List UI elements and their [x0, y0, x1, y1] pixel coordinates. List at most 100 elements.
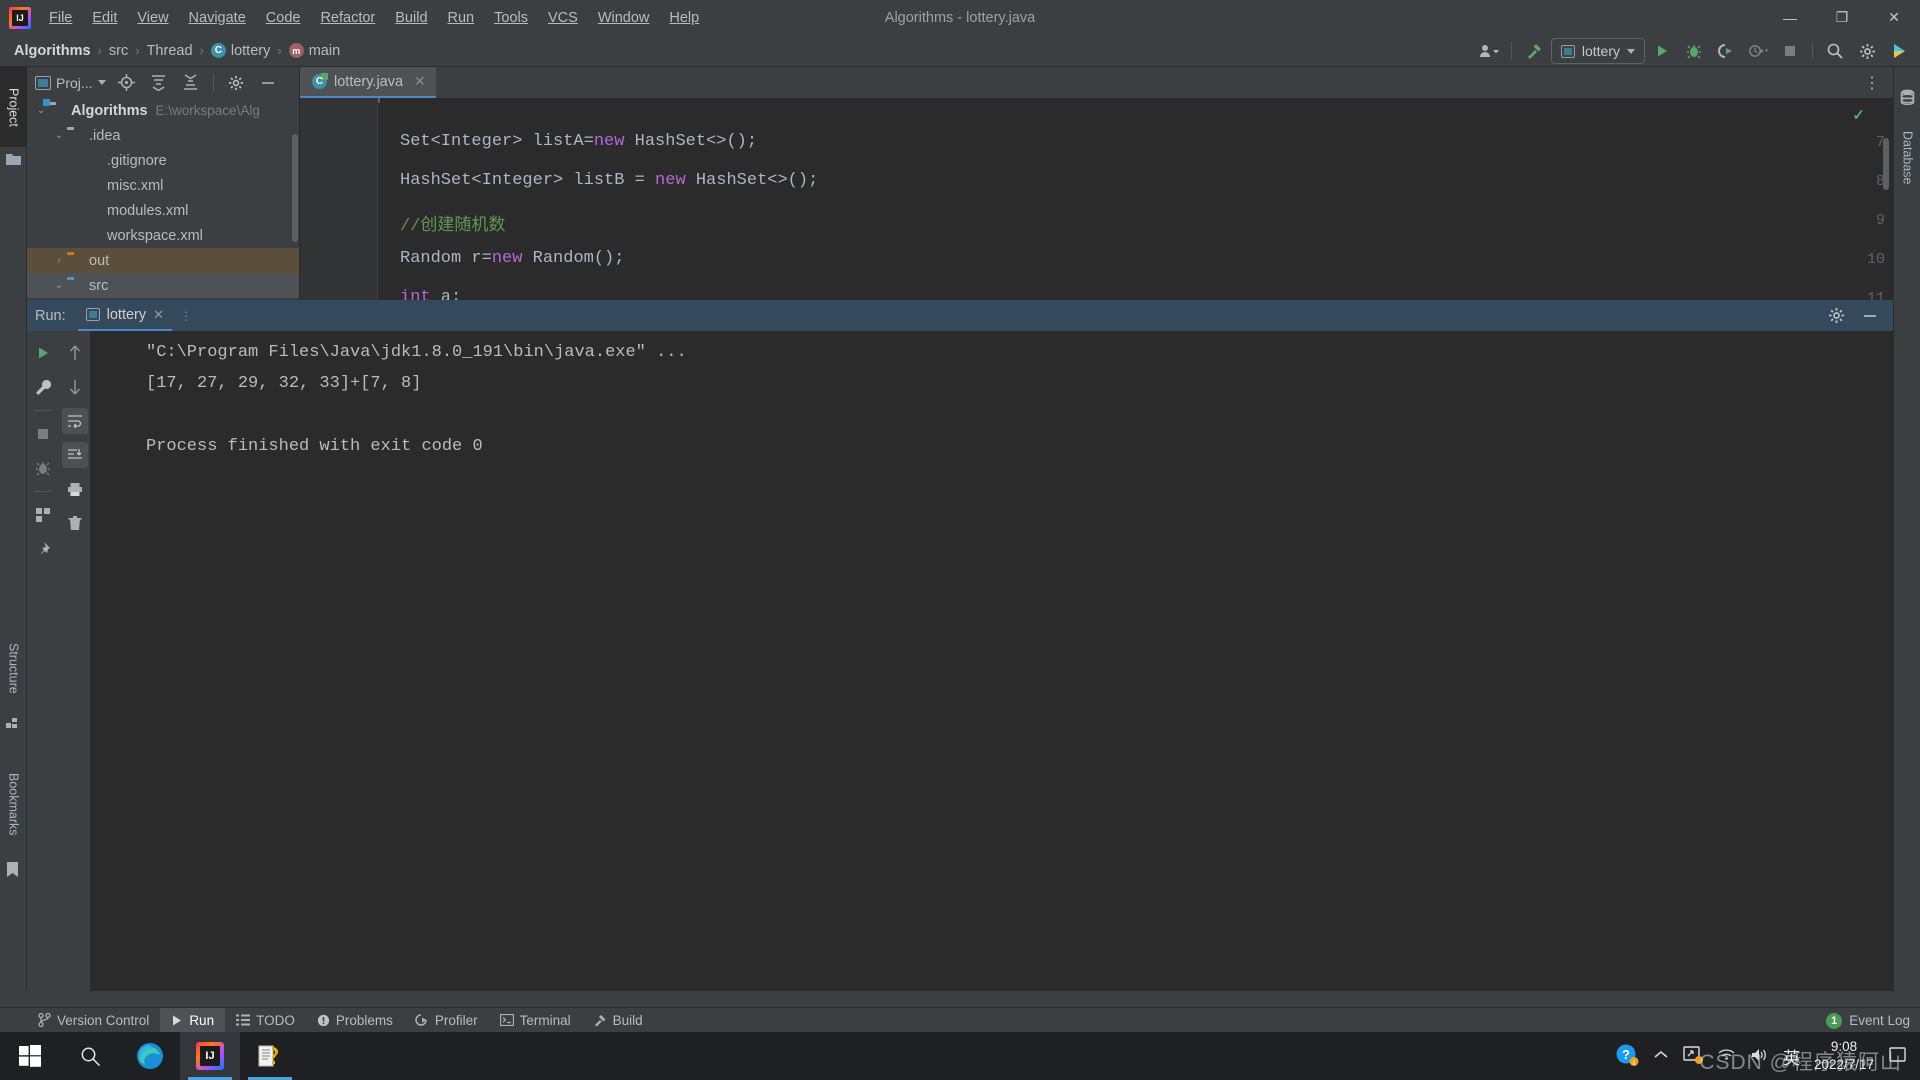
console-output[interactable]: "C:\Program Files\Java\jdk1.8.0_191\bin\…: [91, 331, 1893, 991]
close-button[interactable]: ✕: [1868, 0, 1920, 35]
search-button[interactable]: [60, 1032, 120, 1080]
tool-button-todo[interactable]: TODO: [225, 1008, 306, 1033]
tool-button-problems[interactable]: Problems: [306, 1008, 404, 1033]
soft-wrap-icon[interactable]: [61, 408, 88, 434]
hide-icon[interactable]: [1855, 303, 1885, 329]
tree-node-out[interactable]: › out: [27, 248, 299, 273]
arrow-up-icon[interactable]: [62, 340, 88, 366]
editor-vertical-scrollbar[interactable]: [1883, 138, 1889, 190]
tree-node-algorithms[interactable]: ⌄ Algorithms E:\workspace\Alg: [27, 98, 299, 123]
print-icon[interactable]: [62, 476, 88, 502]
user-profile-icon[interactable]: [1474, 38, 1504, 64]
show-hidden-icons-icon[interactable]: [1653, 1049, 1669, 1064]
sidebar-item-project[interactable]: Project: [0, 67, 27, 147]
menu-file[interactable]: File: [39, 7, 82, 29]
tree-node-workspace-xml[interactable]: workspace.xml: [27, 223, 299, 248]
intellij-button[interactable]: IJ: [180, 1032, 240, 1080]
run-configuration-selector[interactable]: lottery: [1550, 38, 1645, 64]
volume-icon[interactable]: [1750, 1047, 1769, 1066]
gear-icon[interactable]: [221, 70, 251, 96]
close-icon[interactable]: ✕: [414, 73, 426, 90]
database-icon[interactable]: [1900, 89, 1915, 106]
help-doc-button[interactable]: [240, 1032, 300, 1080]
chevron-right-icon[interactable]: ›: [51, 255, 67, 266]
breadcrumb-item-lottery[interactable]: lottery: [207, 41, 275, 61]
tool-button-version-control[interactable]: Version Control: [27, 1008, 160, 1033]
chevron-down-icon[interactable]: ⌄: [51, 130, 67, 141]
maximize-button[interactable]: ❐: [1816, 0, 1868, 35]
menu-code[interactable]: Code: [256, 7, 311, 29]
sidebar-item-structure[interactable]: Structure: [0, 627, 27, 709]
breadcrumb-item-main[interactable]: main: [285, 41, 344, 61]
gear-icon[interactable]: [1821, 303, 1851, 329]
pin-icon[interactable]: [30, 536, 56, 562]
more-options-icon[interactable]: ⋮: [1858, 73, 1887, 93]
debug-icon[interactable]: [30, 455, 56, 481]
run-icon[interactable]: [1647, 38, 1677, 64]
drag-handle-icon[interactable]: ⋮: [172, 309, 200, 323]
hammer-icon[interactable]: [1519, 38, 1549, 64]
menu-refactor[interactable]: Refactor: [310, 7, 385, 29]
editor-gutter[interactable]: [300, 98, 360, 300]
stop-icon[interactable]: [1775, 38, 1805, 64]
menu-view[interactable]: View: [127, 7, 178, 29]
structure-icon[interactable]: [6, 717, 21, 731]
clock[interactable]: 9:08 2022/7/17: [1814, 1038, 1874, 1074]
minimize-button[interactable]: —: [1764, 0, 1816, 35]
menu-build[interactable]: Build: [385, 7, 437, 29]
expand-all-icon[interactable]: [144, 70, 174, 96]
menu-tools[interactable]: Tools: [484, 7, 538, 29]
arrow-down-icon[interactable]: [62, 374, 88, 400]
bookmark-icon[interactable]: [6, 862, 21, 877]
menu-help[interactable]: Help: [659, 7, 709, 29]
sidebar-item-bookmarks[interactable]: Bookmarks: [0, 757, 27, 852]
project-tree[interactable]: ⌄ Algorithms E:\workspace\Alg ⌄ .idea .g…: [27, 98, 299, 300]
tree-node-gitignore[interactable]: .gitignore: [27, 148, 299, 173]
chevron-down-icon[interactable]: ⌄: [33, 105, 49, 116]
breadcrumb-item-thread[interactable]: Thread: [143, 41, 197, 61]
scroll-to-end-icon[interactable]: [61, 442, 88, 468]
tree-node-misc-xml[interactable]: misc.xml: [27, 173, 299, 198]
project-panel-title[interactable]: Proj...: [31, 73, 110, 93]
code-editor[interactable]: 7 8 9 10 11 Set<Integer> listA=new HashS…: [300, 98, 1893, 300]
breadcrumb-item-algorithms[interactable]: Algorithms: [10, 41, 95, 61]
run-with-coverage-icon[interactable]: [1711, 38, 1741, 64]
event-log-button[interactable]: 1 Event Log: [1826, 1008, 1910, 1033]
tree-node-src[interactable]: ⌄ src: [27, 273, 299, 298]
menu-edit[interactable]: Edit: [82, 7, 127, 29]
menu-navigate[interactable]: Navigate: [179, 7, 256, 29]
tree-node-modules-xml[interactable]: modules.xml: [27, 198, 299, 223]
editor-fold-markers[interactable]: [360, 98, 378, 300]
notification-icon[interactable]: [1888, 1046, 1908, 1067]
menu-vcs[interactable]: VCS: [538, 7, 588, 29]
tool-button-run[interactable]: Run: [160, 1007, 226, 1033]
trash-icon[interactable]: [62, 510, 88, 536]
wrench-icon[interactable]: [30, 374, 56, 400]
project-tree-scrollbar[interactable]: [292, 134, 298, 242]
rerun-icon[interactable]: [30, 340, 56, 366]
tool-button-build[interactable]: Build: [582, 1008, 654, 1033]
ide-assistant-icon[interactable]: [1884, 38, 1914, 64]
editor-tab-lottery-java[interactable]: lottery.java ✕: [300, 67, 436, 98]
edge-button[interactable]: [120, 1032, 180, 1080]
hide-icon[interactable]: [253, 70, 283, 96]
help-circle-icon[interactable]: ? i: [1615, 1043, 1639, 1070]
breadcrumb-item-src[interactable]: src: [105, 41, 132, 61]
tool-button-profiler[interactable]: Profiler: [404, 1008, 489, 1033]
layout-icon[interactable]: [30, 502, 56, 528]
chevron-down-icon[interactable]: ⌄: [51, 280, 67, 291]
debug-icon[interactable]: [1679, 38, 1709, 64]
sidebar-item-database[interactable]: Database: [1894, 113, 1920, 203]
tree-node-idea[interactable]: ⌄ .idea: [27, 123, 299, 148]
tool-button-terminal[interactable]: Terminal: [489, 1008, 582, 1033]
close-icon[interactable]: ✕: [153, 307, 164, 323]
gear-icon[interactable]: [1852, 38, 1882, 64]
search-icon[interactable]: [1820, 38, 1850, 64]
folder-icon[interactable]: [6, 153, 21, 167]
start-button[interactable]: [0, 1032, 60, 1080]
menu-window[interactable]: Window: [588, 7, 660, 29]
profiler-icon[interactable]: [1743, 38, 1773, 64]
inspection-status-icon[interactable]: ✓: [1852, 106, 1865, 124]
onedrive-icon[interactable]: [1683, 1045, 1703, 1067]
menu-run[interactable]: Run: [438, 7, 485, 29]
